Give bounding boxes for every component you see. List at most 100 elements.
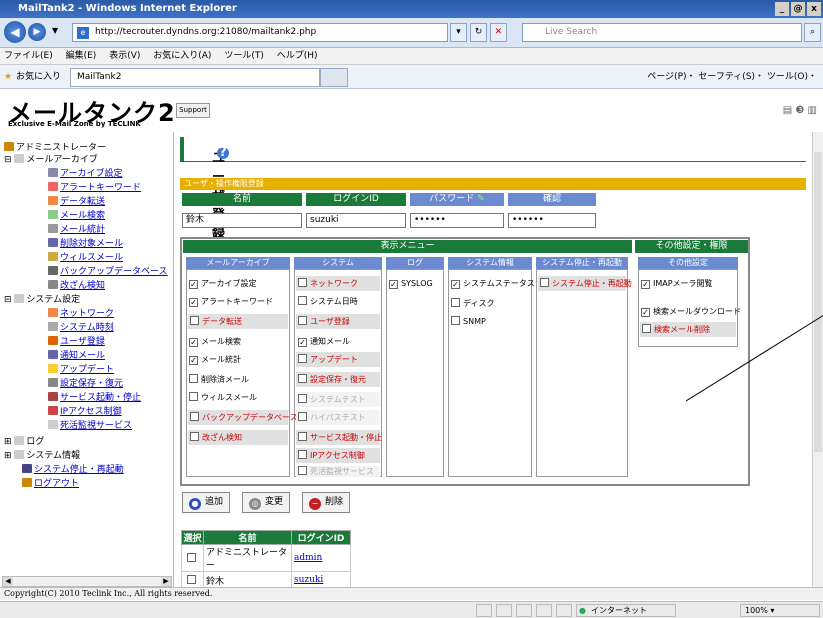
checkbox-network[interactable]: ネットワーク bbox=[296, 276, 380, 291]
checkbox-syslog[interactable]: ✓ SYSLOG bbox=[389, 278, 433, 289]
forward-icon[interactable]: ▶ bbox=[28, 23, 46, 41]
checkbox-disk[interactable]: ディスク bbox=[451, 298, 494, 309]
new-tab-button[interactable] bbox=[320, 68, 348, 87]
search-input[interactable]: Live Search bbox=[522, 23, 802, 42]
row-name: 鈴木 bbox=[203, 571, 292, 589]
sidebar-item-update[interactable]: アップデート bbox=[48, 364, 114, 376]
checkbox-ip-access[interactable]: IPアクセス制御 bbox=[296, 448, 380, 463]
tab-mailtank2[interactable]: MailTank2 bbox=[70, 68, 320, 87]
name-field[interactable]: 鈴木 bbox=[182, 213, 302, 228]
sidebar-item-backup-db[interactable]: バックアップデータベース bbox=[48, 266, 168, 278]
sidebar-item-system-time[interactable]: システム時刻 bbox=[48, 322, 114, 334]
checkbox-deleted-mail[interactable]: 削除済メール bbox=[189, 374, 249, 385]
menu-edit[interactable]: 編集(E) bbox=[66, 51, 97, 61]
search-placeholder: Live Search bbox=[545, 27, 598, 37]
maximize-button[interactable]: @ bbox=[791, 2, 805, 16]
menu-tools[interactable]: ツール(T) bbox=[224, 51, 264, 61]
sidebar-item-mail-search[interactable]: メール検索 bbox=[48, 210, 105, 222]
login-id-field[interactable]: suzuki bbox=[306, 213, 406, 228]
change-button[interactable]: ◎ 変更 bbox=[242, 492, 291, 513]
sidebar-horizontal-scrollbar[interactable]: ◀ ▶ bbox=[2, 576, 172, 587]
checkbox-save-restore[interactable]: 設定保存・復元 bbox=[296, 372, 380, 387]
sidebar-item-archive[interactable]: ⊟ メールアーカイブ bbox=[4, 154, 98, 166]
chart-icon bbox=[48, 224, 58, 233]
scroll-right-icon[interactable]: ▶ bbox=[161, 577, 171, 586]
row-checkbox[interactable] bbox=[181, 544, 204, 572]
checkbox-system-test[interactable]: システムテスト bbox=[296, 392, 380, 407]
sidebar-item-tamper-detect[interactable]: 改ざん検知 bbox=[48, 280, 105, 292]
sidebar-item-archive-settings[interactable]: アーカイブ設定 bbox=[48, 168, 122, 180]
log-subheader: ログ bbox=[386, 257, 444, 269]
minimize-button[interactable]: _ bbox=[775, 2, 789, 16]
back-icon[interactable]: ◀ bbox=[4, 21, 26, 43]
checkbox-data-transfer[interactable]: データ転送 bbox=[188, 314, 288, 329]
menu-file[interactable]: ファイル(E) bbox=[4, 51, 53, 61]
row-login-link[interactable]: admin bbox=[291, 544, 351, 572]
checkbox-shutdown[interactable]: システム停止・再起動 bbox=[538, 276, 632, 291]
menu-favorites[interactable]: お気に入り(A) bbox=[153, 51, 211, 61]
checkbox-system-time[interactable]: システム日時 bbox=[298, 296, 358, 307]
checkbox-bypass-test[interactable]: ハイパステスト bbox=[296, 410, 380, 425]
menu-bar: ファイル(E) 編集(E) 表示(V) お気に入り(A) ツール(T) ヘルプ(… bbox=[0, 48, 823, 65]
sidebar-item-save-restore[interactable]: 設定保存・復元 bbox=[48, 378, 123, 390]
refresh-icon[interactable]: ↻ bbox=[470, 23, 487, 42]
sidebar-item-user-registration[interactable]: ユーザ登録 bbox=[48, 336, 105, 348]
sidebar-item-alert-keyword[interactable]: アラートキーワード bbox=[48, 182, 141, 194]
sidebar-item-shutdown[interactable]: システム停止・再起動 bbox=[22, 464, 124, 476]
scroll-left-icon[interactable]: ◀ bbox=[3, 577, 13, 586]
checkbox-mail-stats[interactable]: ✓ メール統計 bbox=[189, 354, 241, 365]
sidebar-item-log[interactable]: ⊞ ログ bbox=[4, 436, 44, 448]
checkbox-service-control[interactable]: サービス起動・停止 bbox=[296, 430, 382, 445]
delete-button[interactable]: − 削除 bbox=[302, 492, 351, 513]
sidebar-item-service-control[interactable]: サービス起動・停止 bbox=[48, 392, 141, 404]
toolbar-right[interactable]: ページ(P)・ セーフティ(S)・ ツール(O)・ bbox=[647, 65, 817, 89]
logo-subtitle: Exclusive E-Mail Zone by TECLINK bbox=[8, 120, 141, 128]
close-button[interactable]: x bbox=[807, 2, 821, 16]
help-icon[interactable]: ? bbox=[217, 146, 229, 159]
sidebar-item-logout[interactable]: ログアウト bbox=[22, 478, 79, 490]
sidebar-item-deleted-mail[interactable]: 削除対象メール bbox=[48, 238, 123, 250]
sidebar-item-ip-access[interactable]: IPアクセス制御 bbox=[48, 406, 122, 418]
checkbox-mail-search[interactable]: ✓ メール検索 bbox=[189, 336, 241, 347]
checkbox-snmp[interactable]: SNMP bbox=[451, 316, 486, 327]
sidebar-item-system-settings[interactable]: ⊟ システム設定 bbox=[4, 294, 80, 306]
sidebar-item-mail-stats[interactable]: メール統計 bbox=[48, 224, 105, 236]
checkbox-virus-mail[interactable]: ウィルスメール bbox=[189, 392, 257, 403]
search-icon[interactable]: ⌕ bbox=[804, 23, 821, 42]
row-checkbox[interactable] bbox=[181, 571, 204, 589]
sidebar-item-alive-monitor[interactable]: 死活監視サービス bbox=[48, 420, 132, 432]
star-icon[interactable]: ★ bbox=[4, 65, 12, 89]
favorites-bar: ★ お気に入り MailTank2 ページ(P)・ セーフティ(S)・ ツール(… bbox=[0, 65, 823, 89]
sidebar-item-notify-mail[interactable]: 通知メール bbox=[48, 350, 105, 362]
address-dropdown-icon[interactable]: ▾ bbox=[450, 23, 467, 42]
favorites-label[interactable]: お気に入り bbox=[16, 65, 61, 89]
checkbox-alert-keyword[interactable]: ✓ アラートキーワード bbox=[189, 296, 273, 307]
scroll-thumb[interactable] bbox=[814, 152, 822, 452]
address-bar[interactable]: e http://tecrouter.dyndns.org:21080/mail… bbox=[72, 23, 448, 42]
checkbox-alive-monitor[interactable]: 死活監視サービス bbox=[296, 466, 380, 477]
diagonal-line bbox=[686, 315, 823, 402]
password-field[interactable]: •••••• bbox=[410, 213, 504, 228]
menu-help[interactable]: ヘルプ(H) bbox=[277, 51, 318, 61]
zoom-control[interactable]: 100% ▾ bbox=[740, 604, 820, 617]
checkbox-notify-mail[interactable]: ✓ 通知メール bbox=[298, 336, 350, 347]
support-button[interactable]: Support bbox=[176, 103, 210, 118]
checkbox-archive-settings[interactable]: ✓ アーカイブ設定 bbox=[189, 278, 257, 289]
checkbox-system-status[interactable]: ✓ システムステータス bbox=[451, 278, 535, 289]
add-button[interactable]: ● 追加 bbox=[182, 492, 231, 513]
row-login-link[interactable]: suzuki bbox=[291, 571, 351, 589]
stop-icon[interactable]: ✕ bbox=[490, 23, 507, 42]
sidebar-item-network[interactable]: ネットワーク bbox=[48, 308, 114, 320]
checkbox-backup-db[interactable]: バックアップデータベース bbox=[188, 410, 298, 425]
sidebar-item-virus-mail[interactable]: ウィルスメール bbox=[48, 252, 123, 264]
confirm-password-field[interactable]: •••••• bbox=[508, 213, 596, 228]
history-dropdown-icon[interactable]: ▼ bbox=[52, 26, 58, 35]
checkbox-user-registration[interactable]: ユーザ登録 bbox=[296, 314, 380, 329]
menu-view[interactable]: 表示(V) bbox=[109, 51, 140, 61]
search-icon bbox=[48, 210, 58, 219]
checkbox-tamper-detect[interactable]: 改ざん検知 bbox=[188, 430, 288, 445]
sidebar-item-system-info[interactable]: ⊞ システム情報 bbox=[4, 450, 80, 462]
checkbox-imap-view[interactable]: ✓ IMAPメーラ閲覧 bbox=[641, 278, 713, 289]
checkbox-update[interactable]: アップデート bbox=[296, 352, 380, 367]
sidebar-item-data-transfer[interactable]: データ転送 bbox=[48, 196, 105, 208]
